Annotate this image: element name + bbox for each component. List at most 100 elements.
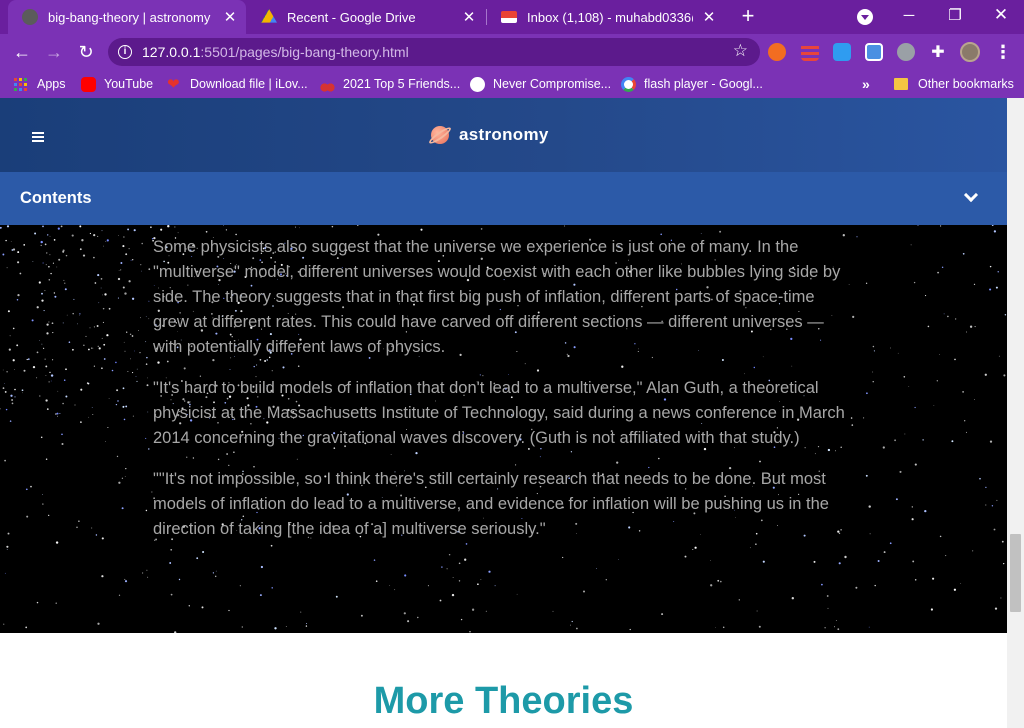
star bbox=[5, 239, 7, 242]
bookmark-ilovepdf[interactable]: ❤ Download file | iLov... bbox=[167, 75, 308, 93]
page-viewport: astronomy Contents Some physicists also … bbox=[0, 98, 1007, 728]
star bbox=[77, 323, 78, 325]
star bbox=[100, 278, 103, 280]
star bbox=[121, 477, 124, 479]
new-tab-button[interactable]: + bbox=[736, 5, 760, 29]
bookmarks-overflow-button[interactable]: » bbox=[862, 76, 870, 92]
star bbox=[50, 374, 54, 377]
star bbox=[331, 225, 334, 228]
star bbox=[407, 620, 410, 623]
star bbox=[488, 570, 491, 573]
star bbox=[129, 333, 132, 336]
star bbox=[36, 351, 39, 354]
site-logo[interactable]: astronomy bbox=[427, 123, 549, 147]
star bbox=[11, 249, 14, 251]
star bbox=[966, 331, 968, 333]
address-bar[interactable]: i 127.0.0.1:5501/pages/big-bang-theory.h… bbox=[108, 38, 760, 66]
star bbox=[596, 568, 597, 569]
google-icon bbox=[621, 76, 636, 92]
extensions-puzzle-icon[interactable]: ✚ bbox=[926, 40, 950, 64]
star bbox=[147, 411, 149, 413]
tab-gmail-inbox[interactable]: Inbox (1,108) - muhabd0336@gm ✕ bbox=[487, 0, 725, 34]
star bbox=[417, 616, 419, 619]
star bbox=[117, 400, 119, 402]
star bbox=[710, 584, 713, 587]
star bbox=[4, 572, 6, 574]
star bbox=[360, 614, 363, 617]
star bbox=[25, 488, 28, 491]
bookmark-flash-player[interactable]: flash player - Googl... bbox=[621, 75, 763, 93]
restore-button[interactable]: ❐ bbox=[932, 0, 978, 30]
star bbox=[979, 477, 981, 480]
star bbox=[39, 339, 41, 341]
extension-infinity-icon[interactable] bbox=[768, 43, 786, 61]
minimize-button[interactable]: ─ bbox=[886, 0, 932, 30]
close-tab-icon[interactable]: ✕ bbox=[701, 9, 717, 26]
star bbox=[700, 233, 702, 235]
star bbox=[960, 583, 962, 584]
star bbox=[122, 286, 125, 289]
profile-avatar[interactable] bbox=[960, 42, 980, 62]
star bbox=[835, 620, 837, 621]
browser-menu-button[interactable]: ⋮ bbox=[994, 42, 1012, 62]
reload-button[interactable]: ↻ bbox=[74, 40, 98, 64]
star bbox=[910, 244, 912, 246]
star bbox=[82, 254, 86, 257]
star bbox=[72, 348, 74, 351]
star bbox=[710, 560, 711, 562]
tab-big-bang-theory[interactable]: big-bang-theory | astronomy ✕ bbox=[8, 0, 246, 34]
star bbox=[45, 375, 47, 376]
bookmark-youtube[interactable]: YouTube bbox=[81, 75, 153, 93]
star bbox=[969, 325, 973, 328]
star bbox=[121, 507, 124, 510]
star bbox=[120, 269, 122, 271]
tab-google-drive[interactable]: Recent - Google Drive ✕ bbox=[247, 0, 485, 34]
star bbox=[872, 381, 874, 383]
star bbox=[108, 307, 111, 310]
star bbox=[201, 606, 204, 609]
page-scrollbar[interactable] bbox=[1007, 98, 1024, 728]
close-tab-icon[interactable]: ✕ bbox=[461, 9, 477, 26]
star bbox=[873, 350, 875, 352]
star bbox=[22, 392, 23, 394]
other-bookmarks[interactable]: Other bookmarks bbox=[894, 75, 1014, 93]
star bbox=[64, 288, 67, 291]
star bbox=[715, 627, 717, 628]
address-url[interactable]: 127.0.0.1:5501/pages/big-bang-theory.htm… bbox=[142, 44, 409, 60]
star bbox=[7, 532, 10, 535]
contents-dropdown[interactable]: Contents bbox=[0, 172, 1007, 225]
star bbox=[965, 431, 967, 433]
star bbox=[954, 358, 956, 361]
bookmark-apps[interactable]: Apps bbox=[14, 75, 66, 93]
heart-icon: ❤ bbox=[167, 75, 180, 93]
star bbox=[16, 299, 19, 301]
star bbox=[66, 314, 68, 316]
extension-globe-icon[interactable] bbox=[897, 43, 915, 61]
star bbox=[458, 580, 461, 582]
forward-button[interactable]: → bbox=[42, 40, 66, 64]
extension-cloud-icon[interactable] bbox=[833, 43, 851, 61]
star bbox=[49, 235, 51, 237]
close-tab-icon[interactable]: ✕ bbox=[222, 9, 238, 26]
back-button[interactable]: ← bbox=[10, 40, 34, 64]
chevron-down-icon[interactable] bbox=[963, 187, 979, 203]
site-info-icon[interactable]: i bbox=[118, 45, 132, 59]
star bbox=[134, 350, 135, 352]
bookmark-top-5-friends[interactable]: 2021 Top 5 Friends... bbox=[320, 75, 460, 93]
extension-stripes-icon[interactable] bbox=[801, 43, 819, 61]
star bbox=[58, 258, 61, 261]
star bbox=[125, 405, 128, 408]
extension-screen-icon[interactable] bbox=[865, 43, 883, 61]
star bbox=[81, 239, 84, 242]
hamburger-menu-icon[interactable] bbox=[32, 132, 44, 142]
scrollbar-thumb[interactable] bbox=[1010, 534, 1021, 612]
bookmark-never-compromise[interactable]: Never Compromise... bbox=[470, 75, 611, 93]
other-bookmarks-label: Other bookmarks bbox=[918, 77, 1014, 91]
bookmark-star-icon[interactable]: ☆ bbox=[733, 41, 748, 61]
star bbox=[42, 225, 44, 228]
close-window-button[interactable]: ✕ bbox=[978, 0, 1024, 30]
tab-search-button[interactable] bbox=[857, 9, 873, 25]
star bbox=[305, 625, 308, 627]
star bbox=[941, 266, 944, 269]
star bbox=[122, 405, 125, 408]
